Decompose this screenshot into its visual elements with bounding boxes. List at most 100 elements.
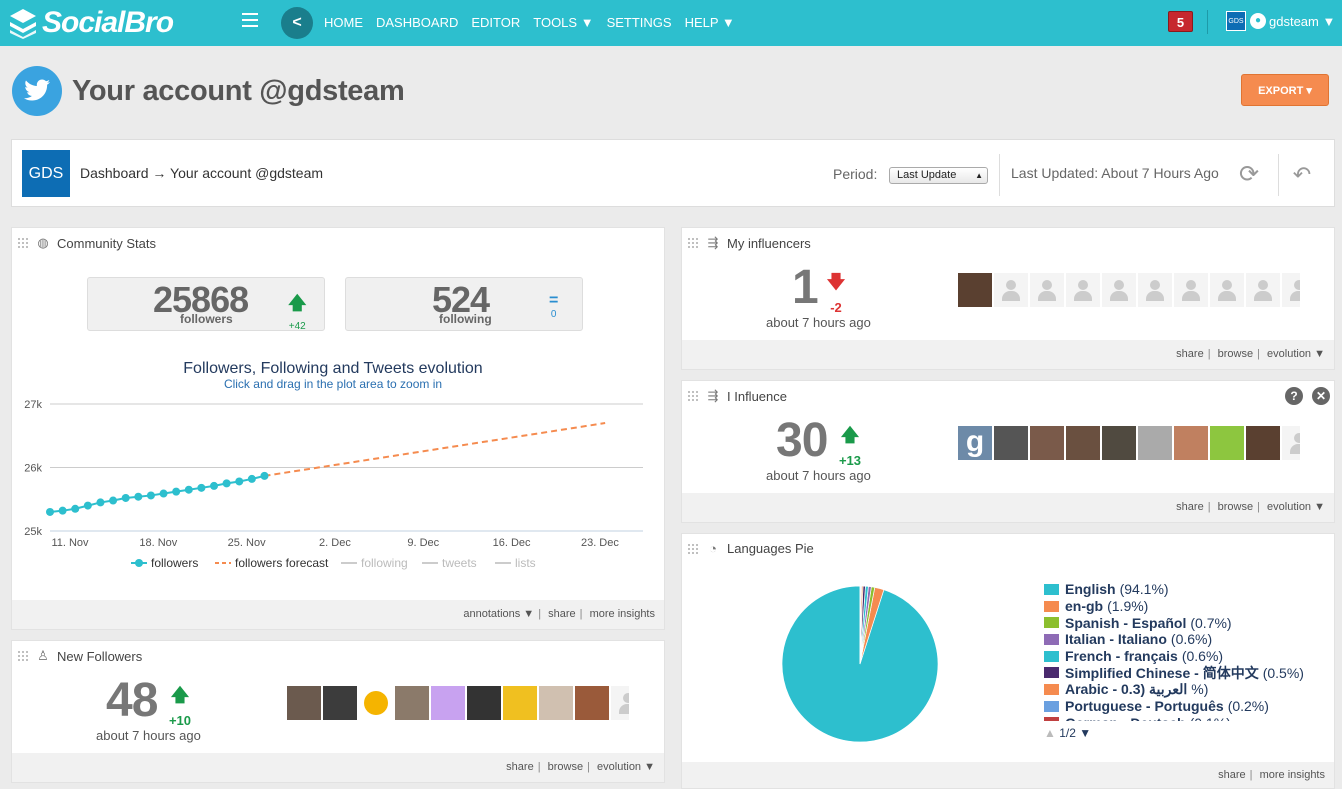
avatar[interactable] <box>575 686 609 720</box>
legend-label: tweets <box>442 556 477 570</box>
language-legend-item[interactable]: Simplified Chinese - 简体中文 (0.5%) <box>1044 664 1334 681</box>
avatar[interactable] <box>323 686 357 720</box>
export-button[interactable]: EXPORT ▾ <box>1241 74 1329 106</box>
divider <box>1207 10 1208 34</box>
help-icon[interactable]: ? <box>1285 387 1303 405</box>
avatar[interactable] <box>994 426 1028 460</box>
last-updated-text: Last Updated: About 7 Hours Ago <box>1011 165 1219 181</box>
next-page-icon[interactable]: ▼ <box>1079 726 1091 740</box>
data-point <box>146 491 155 500</box>
widget-title: I Influence <box>727 388 787 404</box>
language-legend-item[interactable]: Italian - Italiano (0.6%) <box>1044 631 1334 648</box>
avatar[interactable] <box>431 686 465 720</box>
evolution-link[interactable]: evolution ▼ <box>597 761 655 773</box>
language-name: en-gb <box>1065 598 1104 615</box>
drag-handle-icon[interactable] <box>17 650 29 662</box>
user-menu[interactable]: GDS ● gdsteam ▼ <box>1226 11 1335 31</box>
evolution-link[interactable]: evolution ▼ <box>1267 501 1325 513</box>
avatar[interactable] <box>467 686 501 720</box>
page-indicator: 1/2 <box>1059 726 1076 740</box>
languages-legend: English (94.1%) en-gb (1.9%) Spanish - Esp… <box>1044 581 1334 721</box>
prev-page-icon[interactable]: ▲ <box>1044 726 1056 740</box>
layers-logo-icon <box>10 9 36 39</box>
languages-pie-widget: ◔ Languages Pie English (94.1%) en-gb (1.… <box>681 533 1335 789</box>
avatar[interactable] <box>287 686 321 720</box>
drag-handle-icon[interactable] <box>687 542 699 555</box>
avatar-list: g <box>958 426 1302 460</box>
language-legend-item[interactable]: English (94.1%) <box>1044 581 1334 598</box>
avatar[interactable]: g <box>958 426 992 460</box>
data-point <box>58 506 67 515</box>
share-link[interactable]: share <box>1176 501 1204 513</box>
x-tick-label: 11. Nov <box>51 537 89 549</box>
language-legend-item[interactable]: Spanish - Español (0.7%) <box>1044 614 1334 631</box>
annotations-link[interactable]: annotations ▼ <box>463 608 534 620</box>
username: gdsteam ▼ <box>1269 13 1336 29</box>
legend-swatch <box>1044 683 1059 695</box>
notification-badge[interactable]: 5 <box>1168 11 1193 32</box>
language-legend-item[interactable]: German - Deutsch (0.1%) <box>1044 715 1334 721</box>
avatar[interactable] <box>539 686 573 720</box>
browse-link[interactable]: browse <box>1218 348 1253 360</box>
data-point <box>159 489 168 498</box>
back-arrow-button[interactable]: < <box>281 7 313 39</box>
nav-editor[interactable]: EDITOR <box>471 15 520 30</box>
undo-arrow-icon[interactable]: ↶ <box>1287 161 1317 189</box>
avatar[interactable] <box>1102 426 1136 460</box>
data-point <box>210 481 219 490</box>
gds-logo: GDS <box>22 150 70 197</box>
share-link[interactable]: share <box>506 761 534 773</box>
socialbro-logo[interactable]: SocialBro <box>8 5 174 41</box>
influencers-count: 1 <box>792 261 819 314</box>
avatar[interactable] <box>503 686 537 720</box>
nav-home[interactable]: HOME <box>324 15 363 30</box>
x-tick-label: 25. Nov <box>228 537 266 549</box>
browse-link[interactable]: browse <box>548 761 583 773</box>
avatar[interactable] <box>1174 426 1208 460</box>
avatar[interactable] <box>395 686 429 720</box>
drag-handle-icon[interactable] <box>687 237 699 249</box>
widget-footer: share | browse | evolution ▼ <box>682 493 1334 522</box>
language-legend-item[interactable]: Portuguese - Português (0.2%) <box>1044 698 1334 715</box>
language-legend-item[interactable]: Arabic - 0.3) العربية %) <box>1044 681 1334 698</box>
avatar[interactable] <box>1210 426 1244 460</box>
share-link[interactable]: share <box>1218 769 1246 781</box>
browse-link[interactable]: browse <box>1218 501 1253 513</box>
nav-dashboard[interactable]: DASHBOARD <box>376 15 458 30</box>
x-tick-label: 16. Dec <box>493 537 531 549</box>
nav-help[interactable]: HELP ▼ <box>685 15 735 30</box>
y-tick-label: 25k <box>24 526 42 538</box>
close-icon[interactable]: ✕ <box>1312 387 1330 405</box>
language-name: Portuguese - Português <box>1065 698 1224 715</box>
avatar-placeholder <box>611 686 629 720</box>
influencers-delta: 🡇 -2 <box>821 270 851 315</box>
period-select[interactable]: Last Update ▲ <box>889 167 988 184</box>
evolution-link[interactable]: evolution ▼ <box>1267 348 1325 360</box>
twitter-bird-icon: ● <box>1250 13 1266 29</box>
avatar[interactable] <box>359 686 393 720</box>
nav-tools[interactable]: TOOLS ▼ <box>533 15 593 30</box>
widget-title: Community Stats <box>57 235 156 251</box>
breadcrumb[interactable]: Dashboard → Your account @gdsteam <box>80 165 323 181</box>
drag-handle-icon[interactable] <box>17 237 29 249</box>
avatar[interactable] <box>1138 426 1172 460</box>
evolution-chart[interactable]: Followers, Following and Tweets evolutio… <box>12 354 666 594</box>
menu-icon[interactable] <box>242 13 258 31</box>
share-link[interactable]: share <box>548 608 576 620</box>
avatar[interactable] <box>1246 426 1280 460</box>
up-arrow-icon: 🡅 <box>170 685 190 705</box>
share-link[interactable]: share <box>1176 348 1204 360</box>
more-insights-link[interactable]: more insights <box>590 608 655 620</box>
language-legend-item[interactable]: en-gb (1.9%) <box>1044 598 1334 615</box>
languages-pie-chart[interactable] <box>775 579 945 749</box>
avatar[interactable] <box>1066 426 1100 460</box>
refresh-icon[interactable]: ⟳ <box>1236 162 1262 188</box>
avatar[interactable] <box>958 273 992 307</box>
drag-handle-icon[interactable] <box>687 390 699 402</box>
up-arrow-icon: 🡅 <box>288 293 307 313</box>
more-insights-link[interactable]: more insights <box>1260 769 1325 781</box>
avatar-placeholder <box>1210 273 1244 307</box>
breadcrumb-bar: GDS Dashboard → Your account @gdsteam Pe… <box>11 139 1335 207</box>
avatar[interactable] <box>1030 426 1064 460</box>
nav-settings[interactable]: SETTINGS <box>607 15 672 30</box>
